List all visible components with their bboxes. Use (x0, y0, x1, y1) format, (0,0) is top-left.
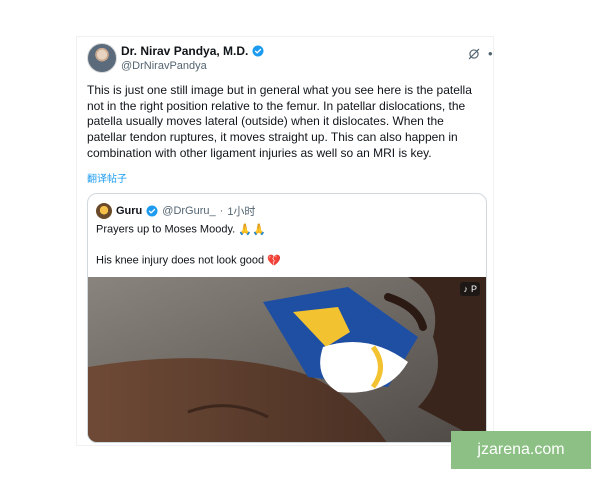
translate-post-link[interactable]: 翻译帖子 (87, 170, 127, 185)
quoted-text-line-1: Prayers up to Moses Moody. 🙏🙏 (96, 223, 266, 236)
quoted-text-line-2: His knee injury does not look good 💔 (96, 254, 281, 267)
quoted-tweet-header: Guru @DrGuru_ · 1小时 (96, 203, 255, 219)
author-name-row: Dr. Nirav Pandya, M.D. (121, 44, 264, 58)
quoted-media-image[interactable]: ♪ P (88, 277, 486, 442)
media-badge-label: P (470, 284, 477, 294)
quoted-tweet[interactable]: Guru @DrGuru_ · 1小时 Prayers up to Moses … (87, 193, 487, 443)
quoted-text-2: His knee injury does not look good (96, 254, 265, 267)
tweet-card[interactable]: Dr. Nirav Pandya, M.D. @DrNiravPandya ••… (76, 36, 494, 446)
quoted-author-avatar[interactable] (96, 203, 112, 219)
author-name[interactable]: Dr. Nirav Pandya, M.D. (121, 44, 248, 58)
quoted-author-handle[interactable]: @DrGuru_ (162, 205, 215, 217)
quoted-timestamp[interactable]: 1小时 (227, 203, 255, 219)
grok-icon[interactable] (467, 47, 481, 61)
verified-badge-icon (146, 205, 158, 217)
quoted-author-name[interactable]: Guru (116, 205, 142, 217)
verified-badge-icon (252, 45, 264, 57)
quoted-separator: · (219, 205, 224, 217)
tweet-body-text: This is just one still image but in gene… (87, 83, 472, 160)
media-source-badge: ♪ P (460, 282, 480, 296)
site-watermark: jzarena.com (451, 431, 591, 469)
author-avatar[interactable] (87, 43, 117, 73)
tweet-header: Dr. Nirav Pandya, M.D. @DrNiravPandya ••… (87, 43, 493, 83)
broken-heart-emoji: 💔 (267, 255, 281, 267)
knee-injury-photo (88, 277, 486, 442)
tiktok-icon: ♪ (463, 284, 468, 294)
quoted-text-1: Prayers up to Moses Moody. (96, 223, 236, 236)
praying-hands-emoji: 🙏🙏 (238, 224, 266, 236)
author-handle[interactable]: @DrNiravPandya (121, 60, 207, 72)
more-options-icon[interactable]: ••• (488, 46, 493, 61)
